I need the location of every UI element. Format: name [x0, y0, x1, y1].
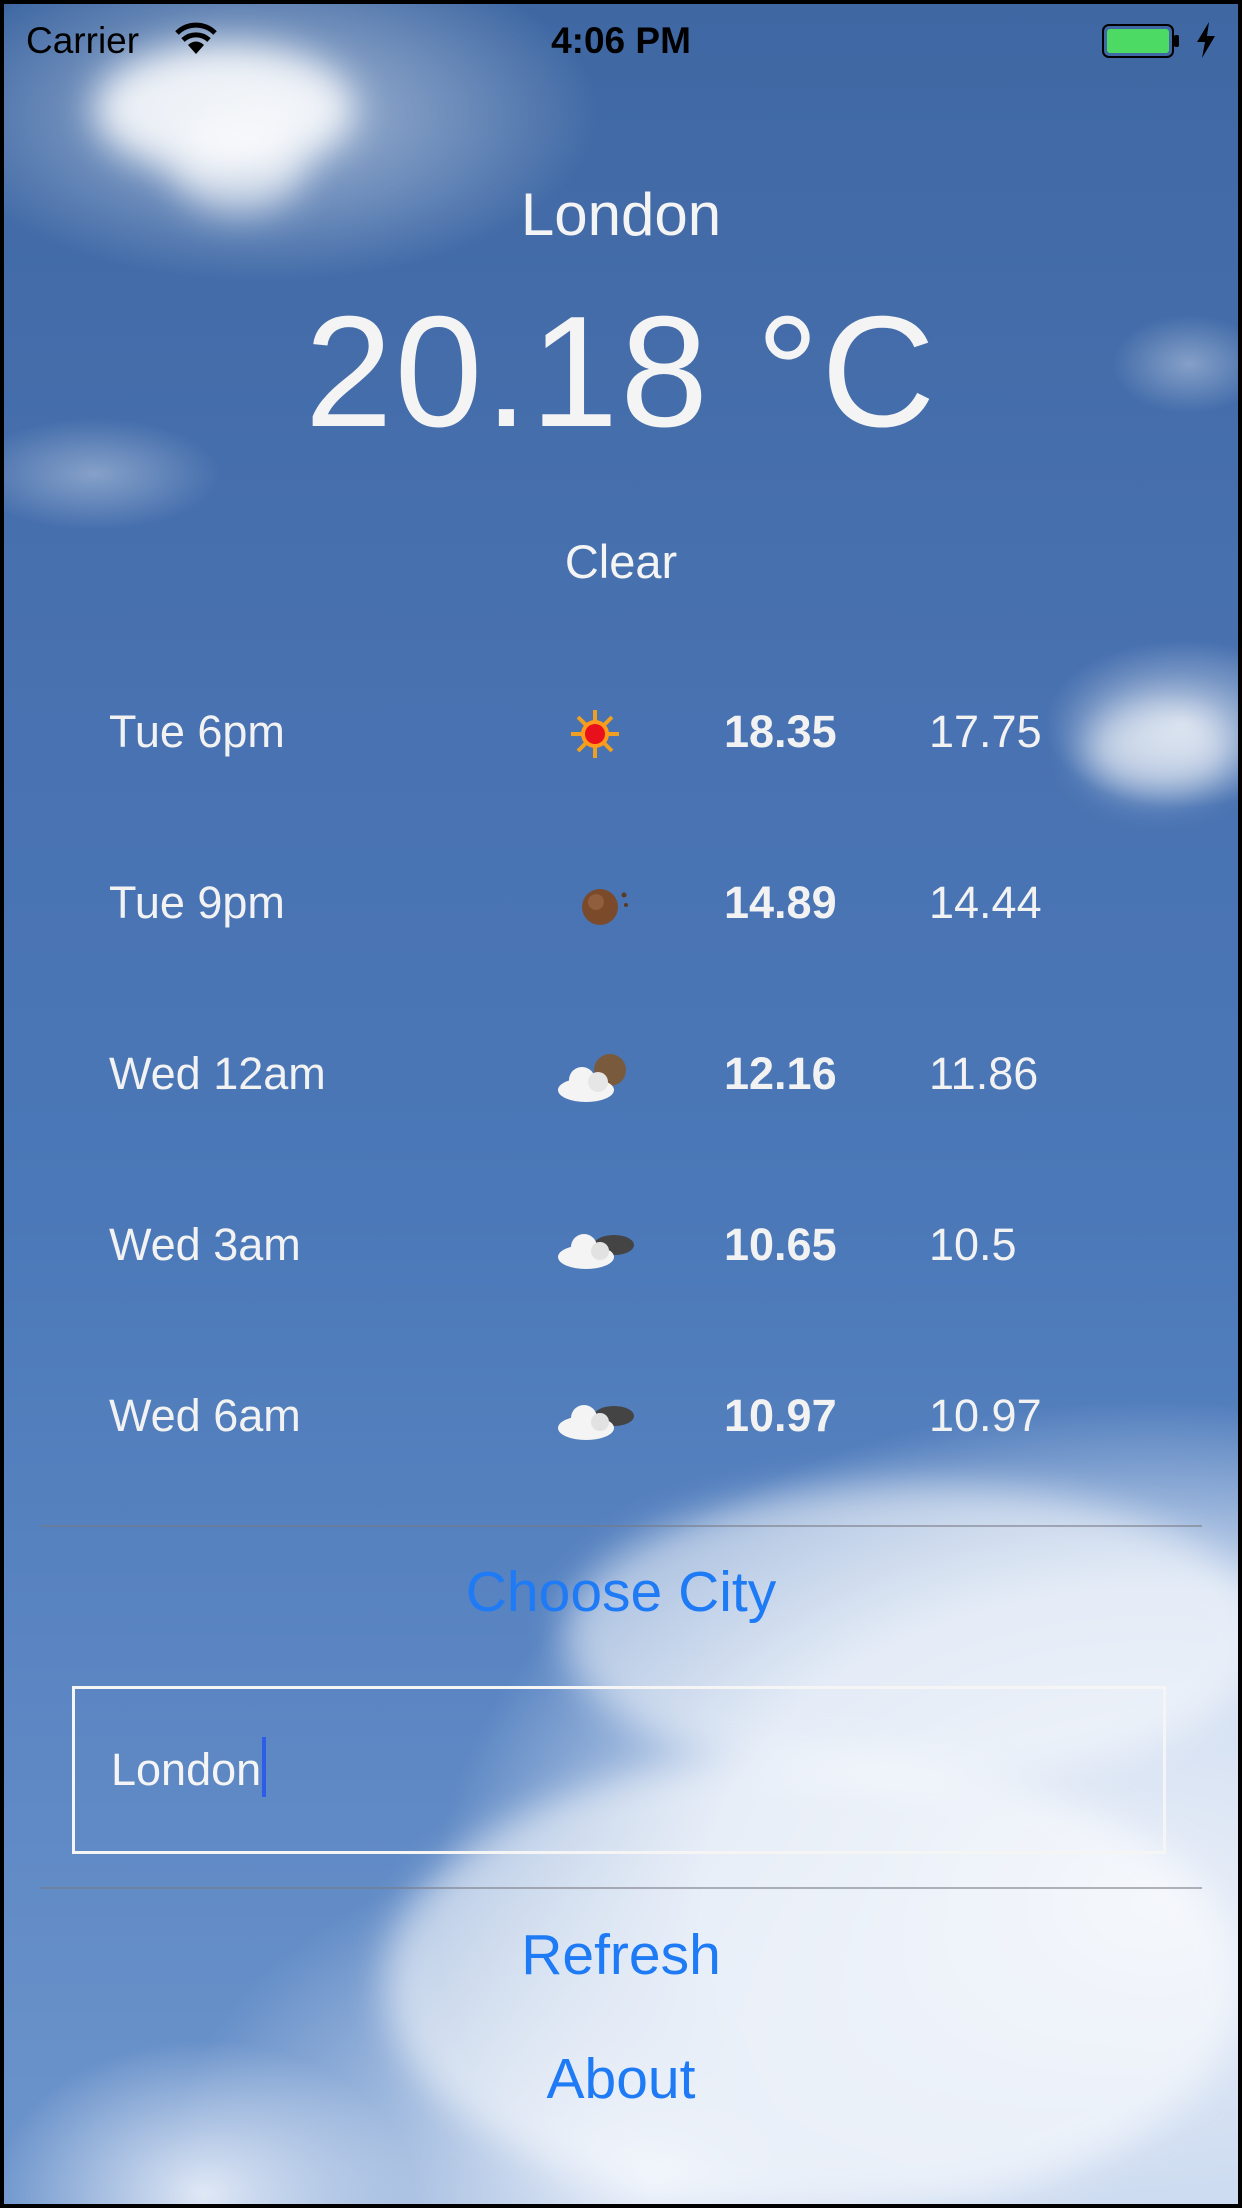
forecast-list: Tue 6pm 18.35 17.75 Tue 9pm 14.89 14.44 … [4, 684, 1238, 1539]
refresh-button[interactable]: Refresh [4, 1922, 1238, 1988]
status-bar: Carrier 4:06 PM [4, 4, 1238, 74]
forecast-row: Tue 9pm 14.89 14.44 [4, 855, 1238, 1026]
text-cursor [262, 1737, 266, 1797]
forecast-high: 18.35 [724, 706, 837, 757]
current-temperature: 20.18 °C [304, 284, 938, 460]
cloud-moon-icon [558, 1054, 626, 1102]
forecast-low: 10.5 [929, 1219, 1017, 1270]
about-button[interactable]: About [4, 2046, 1238, 2112]
moon-icon [582, 889, 628, 925]
forecast-row: Tue 6pm 18.35 17.75 [4, 684, 1238, 855]
divider [40, 1887, 1202, 1889]
forecast-row: Wed 6am 10.97 10.97 [4, 1368, 1238, 1539]
forecast-time: Tue 9pm [109, 877, 285, 928]
forecast-row: Wed 3am 10.65 10.5 [4, 1197, 1238, 1368]
divider [40, 1525, 1202, 1527]
forecast-low: 14.44 [929, 877, 1042, 928]
weather-condition: Clear [564, 535, 678, 588]
charging-bolt-icon [1197, 22, 1215, 58]
city-name: London [520, 181, 722, 248]
forecast-high: 10.97 [724, 1390, 837, 1441]
forecast-low: 17.75 [929, 706, 1042, 757]
weather-screen: Carrier 4:06 PM London 20.18 °C Clear Tu… [4, 4, 1238, 2204]
status-time: 4:06 PM [551, 20, 691, 61]
forecast-time: Wed 3am [109, 1219, 301, 1270]
forecast-time: Wed 6am [109, 1390, 301, 1441]
forecast-high: 12.16 [724, 1048, 837, 1099]
cloud-night-icon [558, 1234, 634, 1269]
forecast-high: 14.89 [724, 877, 837, 928]
forecast-time: Wed 12am [109, 1048, 326, 1099]
battery-icon [1102, 24, 1179, 58]
forecast-row: Wed 12am 12.16 11.86 [4, 1026, 1238, 1197]
city-input[interactable] [72, 1686, 1166, 1854]
forecast-low: 11.86 [929, 1048, 1039, 1099]
forecast-high: 10.65 [724, 1219, 837, 1270]
choose-city-button[interactable]: Choose City [4, 1559, 1238, 1625]
cloud-night-icon [558, 1405, 634, 1440]
forecast-time: Tue 6pm [109, 706, 285, 757]
sun-icon [571, 710, 619, 758]
forecast-low: 10.97 [929, 1390, 1042, 1441]
